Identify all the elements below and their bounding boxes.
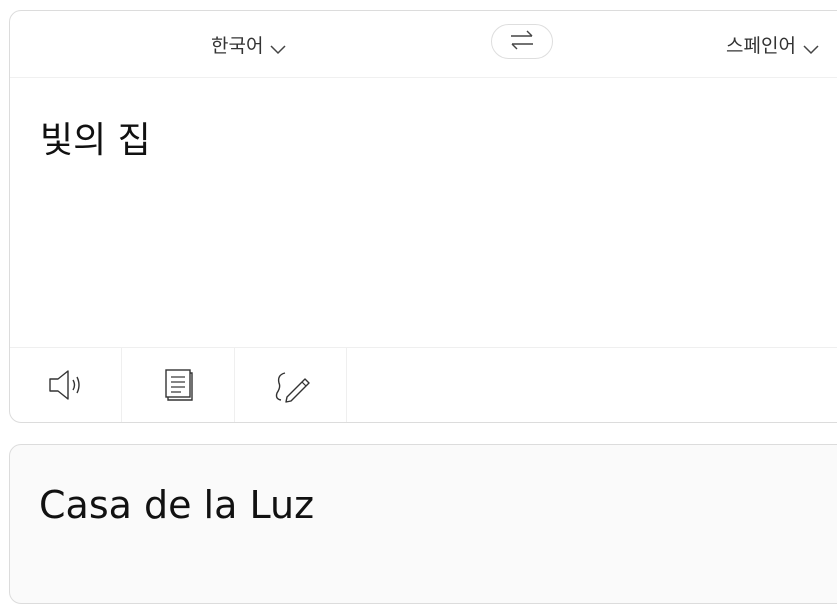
listen-button[interactable]	[10, 348, 122, 422]
handwriting-button[interactable]	[235, 348, 347, 422]
source-text-input[interactable]: 빛의 집	[40, 111, 151, 163]
chevron-down-icon	[269, 38, 287, 55]
target-language-selector[interactable]: 스페인어	[726, 31, 820, 57]
source-language-selector[interactable]: 한국어	[211, 31, 287, 57]
copy-icon	[163, 368, 195, 406]
copy-button[interactable]	[123, 348, 235, 422]
source-toolbar	[10, 347, 837, 422]
handwriting-pen-icon	[271, 367, 311, 407]
swap-arrows-icon	[509, 30, 535, 54]
source-language-label: 한국어	[211, 34, 264, 57]
swap-languages-button[interactable]	[491, 24, 553, 59]
target-language-label: 스페인어	[726, 34, 796, 57]
result-panel: Casa de la Luz	[9, 444, 837, 604]
source-panel: 한국어 스페인어 빛의 집	[9, 10, 837, 423]
translated-text: Casa de la Luz	[39, 483, 315, 527]
language-bar: 한국어 스페인어	[10, 11, 837, 78]
speaker-icon	[47, 368, 85, 406]
chevron-down-icon	[802, 38, 820, 55]
